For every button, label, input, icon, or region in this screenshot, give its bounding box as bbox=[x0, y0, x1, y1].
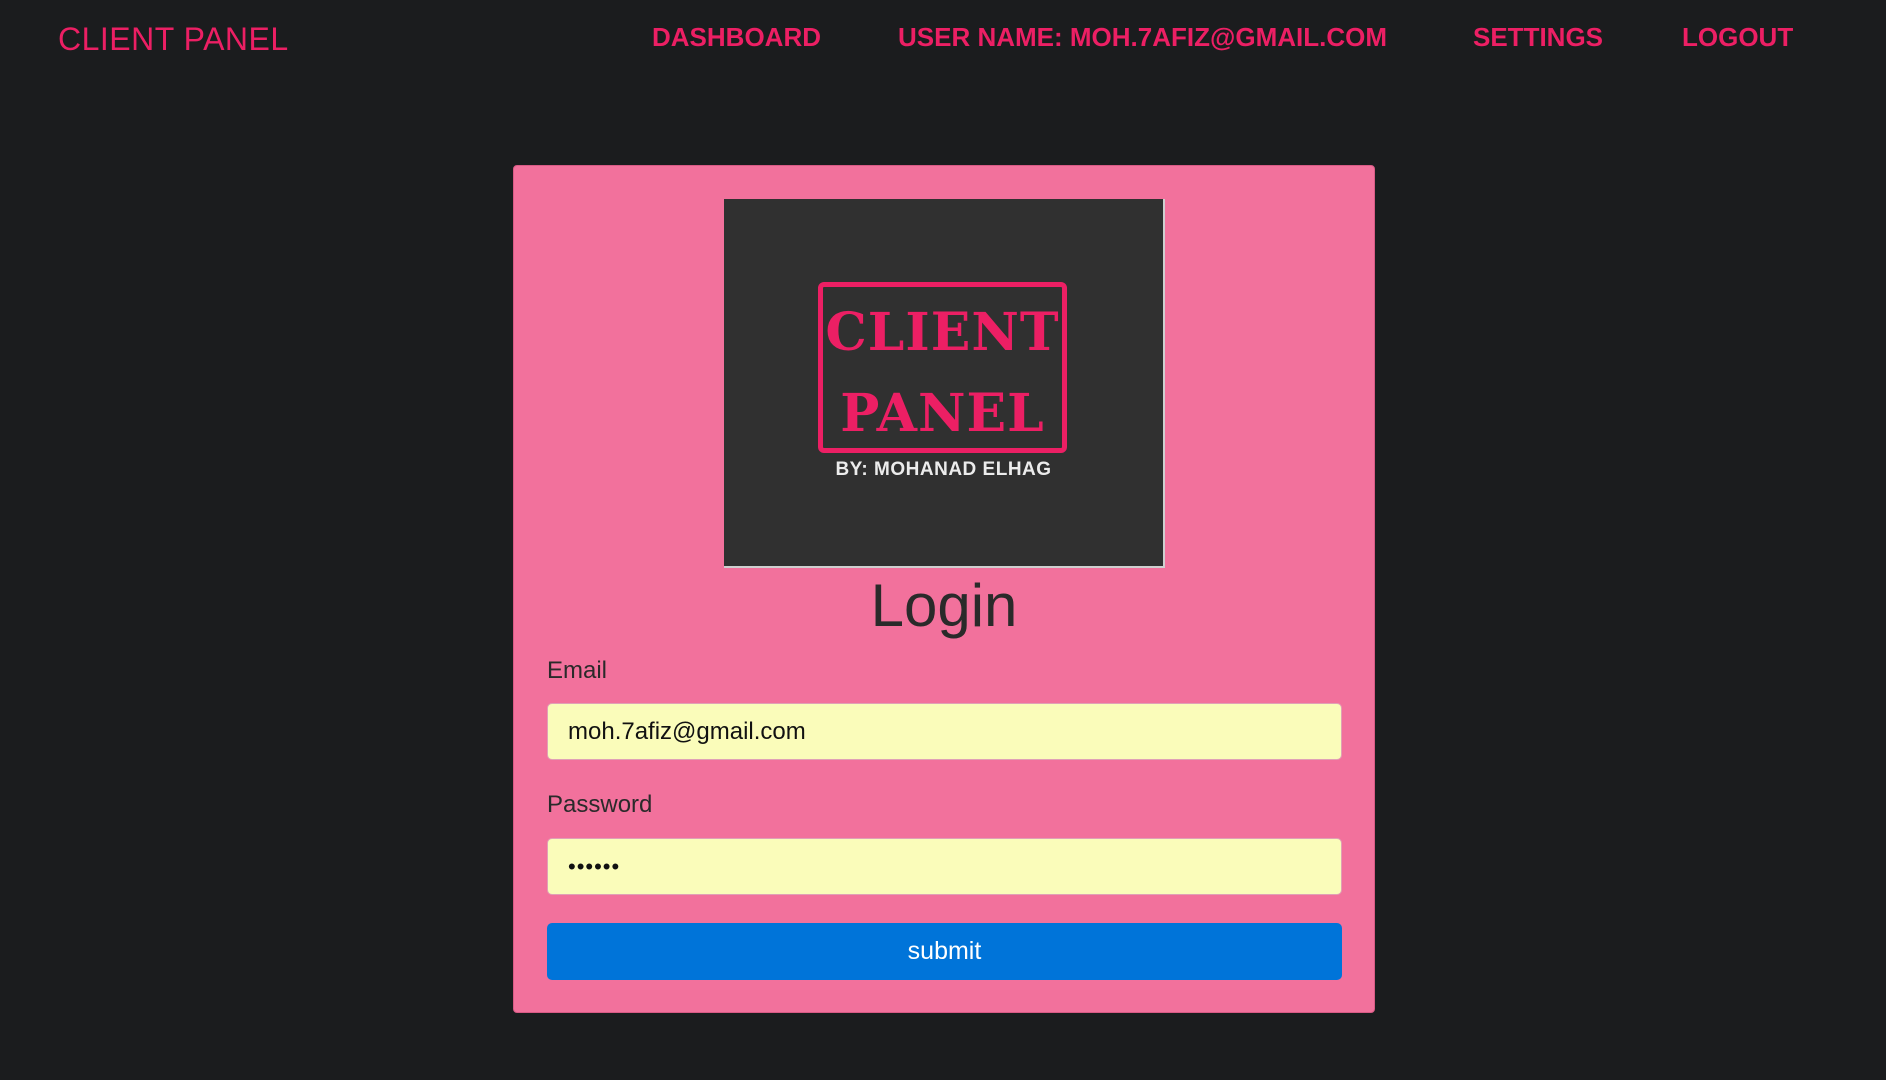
nav-dashboard-link[interactable]: DASHBOARD bbox=[652, 22, 821, 52]
email-label: Email bbox=[547, 657, 608, 684]
submit-button[interactable]: submit bbox=[547, 923, 1342, 980]
nav-user-name-link[interactable]: USER NAME: MOH.7AFIZ@GMAIL.COM bbox=[898, 22, 1387, 52]
password-field[interactable] bbox=[547, 838, 1342, 895]
email-field[interactable] bbox=[547, 703, 1342, 760]
top-navbar: CLIENT PANEL DASHBOARD USER NAME: MOH.7A… bbox=[0, 0, 1886, 78]
brand-link[interactable]: CLIENT PANEL bbox=[58, 20, 289, 58]
client-panel-logo: CLIENT PANEL BY: MOHANAD ELHAG bbox=[724, 199, 1165, 568]
logo-text-line-2: PANEL bbox=[840, 383, 1045, 444]
login-card: CLIENT PANEL BY: MOHANAD ELHAG Login Ema… bbox=[513, 165, 1375, 1013]
login-title: Login bbox=[870, 572, 1018, 639]
nav-settings-link[interactable]: SETTINGS bbox=[1473, 22, 1603, 52]
nav-logout-link[interactable]: LOGOUT bbox=[1682, 22, 1793, 52]
logo-frame: CLIENT PANEL bbox=[818, 282, 1067, 453]
password-label: Password bbox=[547, 791, 653, 818]
logo-text-line-1: CLIENT bbox=[825, 302, 1060, 363]
logo-byline: BY: MOHANAD ELHAG bbox=[835, 459, 1052, 480]
